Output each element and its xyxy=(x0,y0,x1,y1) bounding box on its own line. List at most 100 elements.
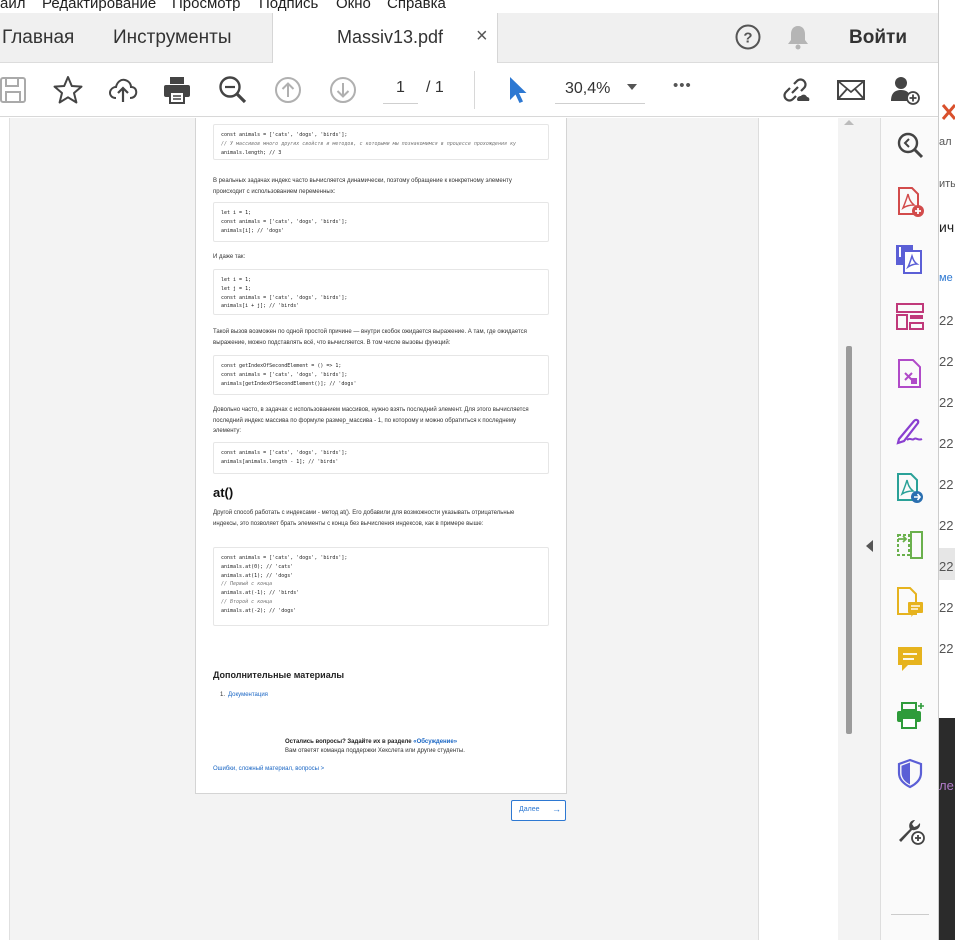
bg-text-1: ал xyxy=(939,136,952,148)
code-line: animals[i]; // 'dogs' xyxy=(221,227,285,234)
bg-text-4: ме xyxy=(939,272,953,284)
code-line: let j = 1; xyxy=(221,285,252,292)
scroll-up-icon[interactable] xyxy=(844,120,854,125)
bg-text-14: ле xyxy=(939,778,954,793)
create-pdf-icon[interactable] xyxy=(893,185,927,219)
mail-icon[interactable] xyxy=(834,73,868,107)
more-tools-icon[interactable] xyxy=(893,813,927,847)
code-line: const animals = ['cats', 'dogs', 'birds'… xyxy=(221,555,348,561)
code-line: let i = 1; xyxy=(221,210,252,216)
next-button[interactable]: Далее → xyxy=(511,800,566,821)
code-line: animals.at(1); // 'dogs' xyxy=(221,572,294,579)
cursor-icon[interactable] xyxy=(500,73,534,107)
link-discussion[interactable]: «Обсуждение» xyxy=(413,739,457,745)
bg-text-6: 22 xyxy=(939,354,954,369)
compare-icon[interactable] xyxy=(893,528,927,562)
code-line: // Второй с конца xyxy=(221,598,273,605)
document-viewer[interactable]: const animals = ['cats', 'dogs', 'birds'… xyxy=(0,118,880,940)
menu-sign[interactable]: Подпись xyxy=(259,0,318,12)
bg-text-13: 22 xyxy=(939,641,954,656)
fill-sign-icon[interactable] xyxy=(893,414,927,448)
toolbar-divider xyxy=(474,71,475,109)
menu-window[interactable]: Окно xyxy=(336,0,371,12)
export-pdf-icon[interactable] xyxy=(893,242,927,276)
help-icon[interactable]: ? xyxy=(734,23,762,51)
code-block-4: const getIndexOfSecondElement = () => 1;… xyxy=(213,355,549,395)
bg-text-5: 22 xyxy=(939,313,954,328)
zoom-out-icon[interactable] xyxy=(216,73,250,107)
list-item-number: 1. xyxy=(220,692,226,698)
search-zoom-icon[interactable] xyxy=(893,128,927,162)
bg-text-11: 22 xyxy=(939,559,954,574)
protect-icon[interactable] xyxy=(893,756,927,790)
code-line: // Первый с конца xyxy=(221,581,273,588)
print-icon[interactable] xyxy=(160,73,194,107)
bg-text-2: ить xyxy=(939,178,955,190)
questions-bold: Остались вопросы? Задайте их в разделе xyxy=(285,739,412,745)
send-track-icon[interactable] xyxy=(893,471,927,505)
bg-top xyxy=(939,0,955,90)
bg-text-9: 22 xyxy=(939,477,954,492)
print-production-icon[interactable] xyxy=(893,699,927,733)
code-line: animals[i + j]; // 'birds' xyxy=(221,303,300,310)
page-number-input[interactable]: 1 xyxy=(383,76,418,104)
code-line: animals.at(-2); // 'dogs' xyxy=(221,607,297,614)
menu-file[interactable]: айл xyxy=(0,0,25,12)
code-line: const animals = ['cats', 'dogs', 'birds'… xyxy=(221,450,348,456)
sign-in-button[interactable]: Войти xyxy=(849,27,907,49)
code-line: const animals = ['cats', 'dogs', 'birds'… xyxy=(221,218,348,225)
tab-tools[interactable]: Инструменты xyxy=(113,27,231,49)
code-line: const getIndexOfSecondElement = () => 1; xyxy=(221,363,342,369)
menu-view[interactable]: Просмотр xyxy=(172,0,241,12)
comment-icon[interactable] xyxy=(893,642,927,676)
code-line: const animals = ['cats', 'dogs', 'birds'… xyxy=(221,294,348,301)
menu-bar: айл Редактирование Просмотр Подпись Окно… xyxy=(0,0,938,13)
comment-doc-icon[interactable] xyxy=(893,585,927,619)
close-tab-icon[interactable]: × xyxy=(476,25,488,48)
svg-text:?: ? xyxy=(743,30,752,47)
zoom-select[interactable]: 30,4% xyxy=(555,76,645,104)
code-line: animals[getIndexOfSecondElement()]; // '… xyxy=(221,380,357,387)
link-documentation[interactable]: Документация xyxy=(228,692,268,698)
organize-pages-icon[interactable] xyxy=(893,300,927,334)
collapse-panel-icon[interactable] xyxy=(866,540,873,552)
scroll-thumb[interactable] xyxy=(846,346,852,734)
tools-panel xyxy=(880,118,938,940)
cloud-upload-icon[interactable] xyxy=(106,73,140,107)
heading-additional-materials: Дополнительные материалы xyxy=(213,670,345,680)
tab-home[interactable]: Главная xyxy=(2,27,74,49)
link-icon[interactable] xyxy=(778,73,812,107)
paragraph-even-so: И даже так: xyxy=(213,254,246,260)
link-errors[interactable]: Ошибки, сложный материал, вопросы > xyxy=(213,766,324,772)
bg-text-8: 22 xyxy=(939,436,954,451)
bg-text-12: 22 xyxy=(939,600,954,615)
zoom-value: 30,4% xyxy=(565,80,611,97)
code-line: animals.length; // 3 xyxy=(221,149,282,156)
heading-at: at() xyxy=(213,485,234,500)
add-user-icon[interactable] xyxy=(888,73,922,107)
tab-file[interactable]: Massiv13.pdf × xyxy=(272,13,498,63)
edit-pdf-icon[interactable] xyxy=(893,357,927,391)
page-total: / 1 xyxy=(426,79,444,96)
page-up-icon[interactable] xyxy=(271,73,305,107)
next-label: Далее xyxy=(519,806,540,813)
close-red-icon xyxy=(941,102,955,122)
dropdown-icon xyxy=(627,84,637,90)
bg-text-7: 22 xyxy=(939,395,954,410)
menu-help[interactable]: Справка xyxy=(387,0,446,12)
paragraph-expression: Такой вызов возможен по одной простой пр… xyxy=(213,329,527,346)
more-icon[interactable]: ••• xyxy=(673,77,692,94)
tab-file-name: Massiv13.pdf xyxy=(337,27,444,47)
page-edge-left xyxy=(0,118,10,940)
toolbar: 1 / 1 30,4% ••• xyxy=(0,63,938,117)
code-line: animals.at(-1); // 'birds' xyxy=(221,590,300,597)
menu-edit[interactable]: Редактирование xyxy=(42,0,156,12)
star-icon[interactable] xyxy=(51,73,85,107)
bell-icon[interactable] xyxy=(786,24,810,50)
code-line: // У массивов много других свойств и мет… xyxy=(221,140,517,147)
paragraph-last-element: Довольно часто, в задачах с использовани… xyxy=(213,407,529,434)
save-icon[interactable] xyxy=(0,73,30,107)
code-block-5: const animals = ['cats', 'dogs', 'birds'… xyxy=(213,442,549,474)
page-down-icon[interactable] xyxy=(326,73,360,107)
code-block-6: const animals = ['cats', 'dogs', 'birds'… xyxy=(213,547,549,626)
